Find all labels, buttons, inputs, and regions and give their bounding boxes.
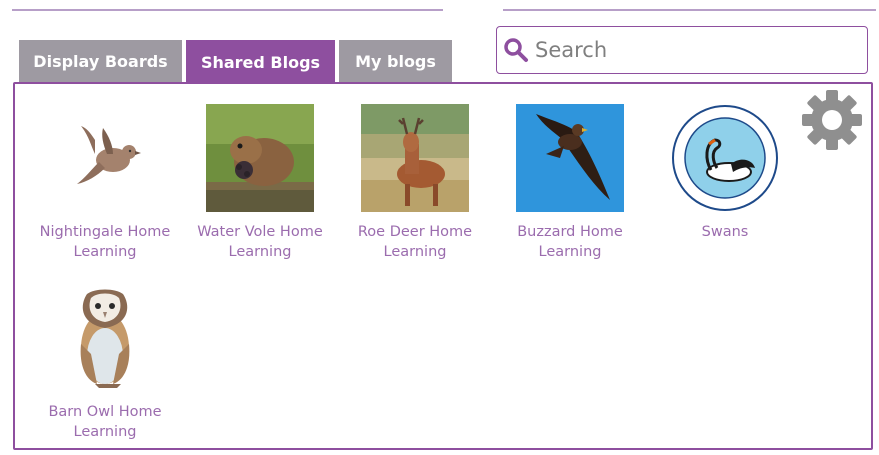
- blog-item-buzzard[interactable]: Buzzard Home Learning: [496, 104, 644, 262]
- blog-item-swans[interactable]: Swans: [651, 104, 799, 242]
- roe-deer-photo: [361, 104, 469, 212]
- top-divider-left: [12, 9, 443, 11]
- blog-item-barn-owl[interactable]: Barn Owl Home Learning: [31, 284, 179, 442]
- blog-title: Nightingale Home Learning: [39, 224, 171, 260]
- tab-my-blogs[interactable]: My blogs: [339, 40, 452, 82]
- blog-title: Barn Owl Home Learning: [48, 404, 162, 440]
- search-input[interactable]: [533, 37, 857, 63]
- gear-icon[interactable]: [801, 89, 863, 151]
- blog-title: Roe Deer Home Learning: [357, 224, 473, 260]
- search-icon: [504, 38, 528, 62]
- tab-bar: Display Boards Shared Blogs My blogs: [19, 40, 452, 84]
- blog-title: Water Vole Home Learning: [197, 224, 323, 260]
- tab-display-boards[interactable]: Display Boards: [19, 40, 182, 82]
- blog-item-nightingale[interactable]: Nightingale Home Learning: [31, 104, 179, 262]
- top-divider-right: [503, 9, 876, 11]
- buzzard-photo: [516, 104, 624, 212]
- blog-title: Swans: [701, 224, 749, 240]
- blog-title: Buzzard Home Learning: [517, 224, 623, 260]
- search-box: [496, 26, 868, 74]
- tab-shared-blogs[interactable]: Shared Blogs: [186, 40, 335, 84]
- blog-panel: Nightingale Home Learning Water Vole Hom…: [13, 82, 873, 450]
- school-logo: [672, 105, 778, 211]
- water-vole-photo: [206, 104, 314, 212]
- blog-item-water-vole[interactable]: Water Vole Home Learning: [186, 104, 334, 262]
- bird-icon: [77, 126, 141, 184]
- owl-icon: [80, 289, 130, 388]
- blog-item-roe-deer[interactable]: Roe Deer Home Learning: [341, 104, 489, 262]
